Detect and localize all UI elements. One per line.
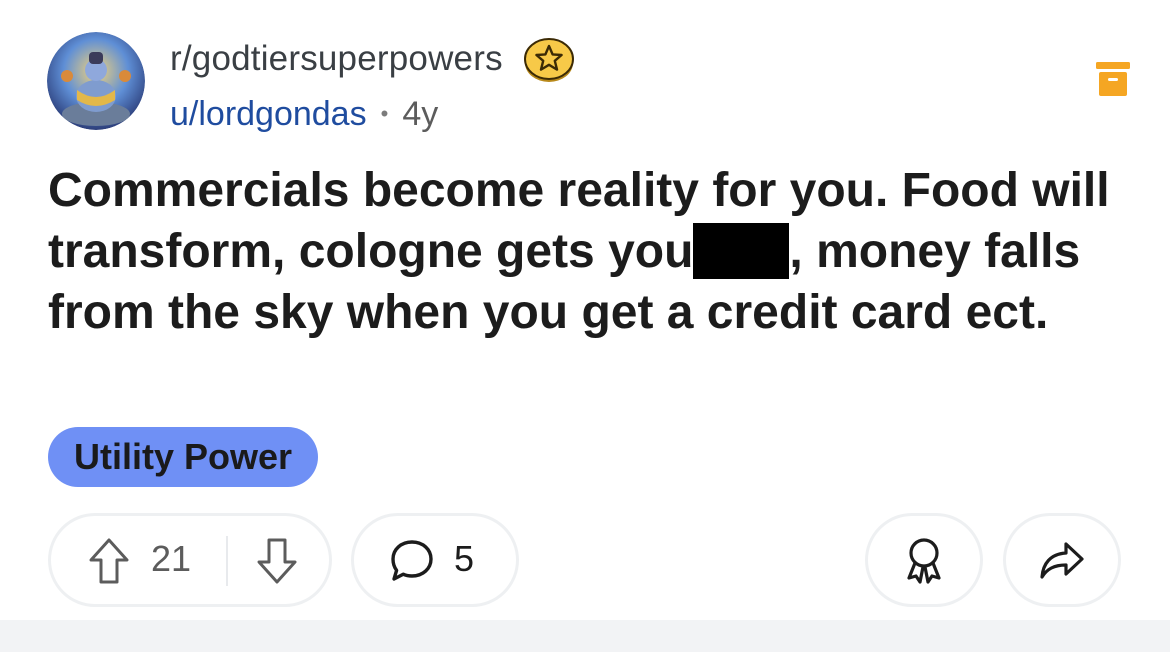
vote-controls: 21 <box>48 513 332 607</box>
comment-count: 5 <box>454 538 475 579</box>
star-badge-icon <box>523 38 574 82</box>
arrow-up-icon[interactable] <box>87 536 131 586</box>
post-flair[interactable]: Utility Power <box>48 427 319 487</box>
archive-icon[interactable] <box>1094 60 1132 98</box>
subreddit-line: r/godtiersuperpowers <box>170 36 575 82</box>
vote-divider <box>226 536 228 586</box>
arrow-down-icon[interactable] <box>255 536 299 586</box>
award-button[interactable] <box>865 513 983 607</box>
speech-bubble-icon <box>391 540 433 581</box>
comments-button[interactable]: 5 <box>351 513 519 607</box>
redaction-box <box>693 223 790 279</box>
post-card: r/godtiersuperpowers u/lordgondas • 4y C… <box>0 0 1170 620</box>
post-age: 4y <box>402 94 439 133</box>
subreddit-name[interactable]: r/godtiersuperpowers <box>170 39 503 79</box>
author-line: u/lordgondas • 4y <box>170 92 438 136</box>
share-arrow-icon <box>1040 542 1084 579</box>
subreddit-avatar[interactable] <box>47 32 145 130</box>
separator-dot: • <box>380 101 389 126</box>
feed-separator <box>0 620 1170 652</box>
share-button[interactable] <box>1003 513 1121 607</box>
avatar-image <box>47 32 145 130</box>
post-body: Commercials become reality for you. Food… <box>48 160 1138 343</box>
award-ribbon-icon <box>907 538 941 584</box>
author-username[interactable]: u/lordgondas <box>170 95 367 134</box>
vote-count: 21 <box>151 538 192 579</box>
